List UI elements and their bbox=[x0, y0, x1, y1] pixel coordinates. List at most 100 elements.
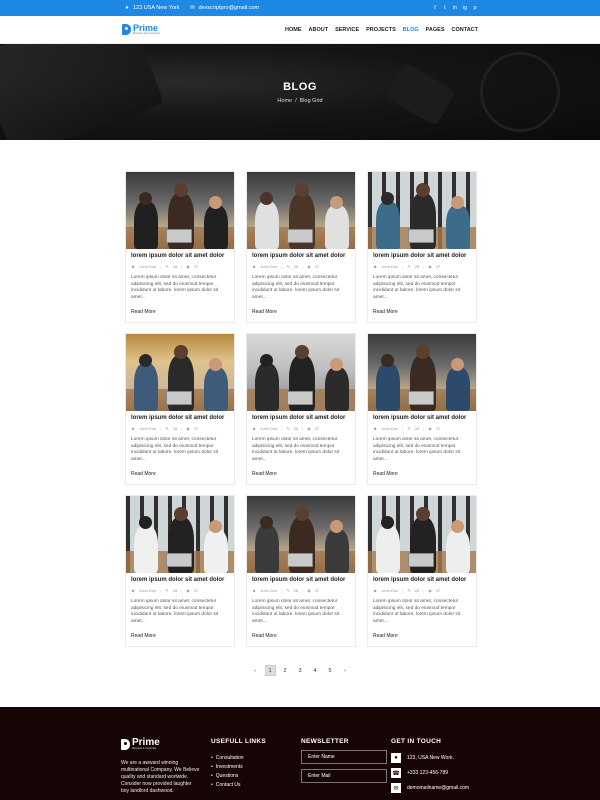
blog-card-author[interactable]: John Doe bbox=[260, 264, 277, 269]
nav-service[interactable]: SERVICE bbox=[335, 27, 359, 33]
blog-card-image[interactable] bbox=[368, 334, 476, 411]
blog-card-title[interactable]: lorem ipsum dolor sit amet dolor bbox=[373, 415, 471, 422]
blog-card-excerpt: Lorem ipsum dolor sit amet, consectetur … bbox=[373, 599, 461, 624]
eye-icon: ◉ bbox=[428, 588, 432, 594]
read-more-link[interactable]: Read More bbox=[373, 309, 471, 315]
read-more-link[interactable]: Read More bbox=[373, 633, 471, 639]
blog-card-image[interactable] bbox=[368, 496, 476, 573]
nav-home[interactable]: HOME bbox=[285, 27, 302, 33]
linkedin-icon[interactable]: in bbox=[452, 5, 458, 11]
blog-card-excerpt: Lorem ipsum dolor sit amet, consectetur … bbox=[131, 275, 219, 300]
blog-card-excerpt: Lorem ipsum dolor sit amet, consectetur … bbox=[252, 275, 340, 300]
user-icon: ☻ bbox=[373, 426, 378, 432]
pinterest-icon[interactable]: p bbox=[472, 5, 478, 11]
blog-card-image[interactable] bbox=[247, 496, 355, 573]
footer-link-investments[interactable]: Investments bbox=[211, 763, 266, 772]
blog-card: lorem ipsum dolor sit amet dolor ☻ John Do… bbox=[367, 333, 477, 485]
eye-icon: ◉ bbox=[186, 426, 190, 432]
blog-card-author[interactable]: John Doe bbox=[139, 426, 156, 431]
blog-grid: lorem ipsum dolor sit amet dolor ☻ John Do… bbox=[125, 171, 477, 647]
footer-contact: GET IN TOUCH ● 123, USA New Work. ☎ +333… bbox=[391, 738, 469, 798]
blog-card-title[interactable]: lorem ipsum dolor sit amet dolor bbox=[131, 577, 229, 584]
blog-card-author[interactable]: John Doe bbox=[381, 588, 398, 593]
footer-newsletter: NEWSLETTER Enter Name Enter Mail bbox=[301, 738, 387, 783]
page-3-button[interactable]: 3 bbox=[295, 665, 306, 676]
blog-card-image[interactable] bbox=[368, 172, 476, 249]
blog-card-title[interactable]: lorem ipsum dolor sit amet dolor bbox=[252, 415, 350, 422]
blog-card-image[interactable] bbox=[126, 172, 234, 249]
blog-card-author[interactable]: John Doe bbox=[260, 426, 277, 431]
read-more-link[interactable]: Read More bbox=[252, 309, 350, 315]
site-logo[interactable]: Prime Business and Corporate bbox=[122, 23, 160, 36]
contact-phone[interactable]: +333 123-456-789 bbox=[407, 770, 448, 776]
newsletter-mail-input[interactable]: Enter Mail bbox=[301, 769, 387, 783]
footer-link-consultation[interactable]: Consultation bbox=[211, 754, 266, 763]
mail-icon: ✉ bbox=[391, 783, 401, 793]
prev-page-button[interactable]: ‹ bbox=[250, 665, 261, 676]
page-4-button[interactable]: 4 bbox=[310, 665, 321, 676]
nav-projects[interactable]: PROJECTS bbox=[366, 27, 396, 33]
eye-icon: ◉ bbox=[186, 588, 190, 594]
footer-logo-subtitle: Business & Corporate bbox=[132, 747, 157, 750]
banner-background-shape bbox=[480, 52, 560, 132]
twitter-icon[interactable]: t bbox=[442, 5, 448, 11]
page-1-button[interactable]: 1 bbox=[264, 665, 276, 676]
footer-link-questions[interactable]: Questions bbox=[211, 772, 266, 781]
newsletter-name-input[interactable]: Enter Name bbox=[301, 750, 387, 764]
footer-logo[interactable]: Prime Business & Corporate bbox=[121, 738, 201, 751]
eye-icon: ◉ bbox=[307, 264, 311, 270]
blog-card-title[interactable]: lorem ipsum dolor sit amet dolor bbox=[373, 577, 471, 584]
next-page-button[interactable]: › bbox=[340, 665, 351, 676]
blog-card-image[interactable] bbox=[126, 334, 234, 411]
instagram-icon[interactable]: ig bbox=[462, 5, 468, 11]
blog-card-author[interactable]: John Doe bbox=[139, 588, 156, 593]
blog-card-comments: 28 bbox=[293, 426, 299, 432]
contact-email[interactable]: demomailname@gmail.com bbox=[407, 785, 469, 791]
logo-icon bbox=[121, 738, 130, 750]
nav-about[interactable]: ABOUT bbox=[309, 27, 329, 33]
blog-card-comments: 28 bbox=[172, 588, 178, 594]
nav-blog[interactable]: BLOG bbox=[403, 27, 419, 33]
read-more-link[interactable]: Read More bbox=[373, 471, 471, 477]
blog-card-title[interactable]: lorem ipsum dolor sit amet dolor bbox=[131, 415, 229, 422]
footer-link-contact[interactable]: Contact Us bbox=[211, 781, 266, 790]
read-more-link[interactable]: Read More bbox=[252, 633, 350, 639]
read-more-link[interactable]: Read More bbox=[252, 471, 350, 477]
nav-contact[interactable]: CONTACT bbox=[452, 27, 478, 33]
eye-icon: ◉ bbox=[428, 426, 432, 432]
page-2-button[interactable]: 2 bbox=[280, 665, 291, 676]
blog-card-views: 37 bbox=[314, 264, 320, 270]
blog-card-author[interactable]: John Doe bbox=[139, 264, 156, 269]
top-bar: ● 123 USA New York ✉ devscriptpro@gmail.… bbox=[0, 0, 600, 16]
banner-background-shape bbox=[384, 61, 456, 127]
nav-pages[interactable]: PAGES bbox=[426, 27, 445, 33]
breadcrumb-separator: / bbox=[295, 97, 297, 104]
blog-card: lorem ipsum dolor sit amet dolor ☻ John Do… bbox=[367, 495, 477, 647]
footer-links: USEFULL LINKS Consultation Investments Q… bbox=[211, 738, 266, 790]
blog-card-image[interactable] bbox=[126, 496, 234, 573]
blog-card-author[interactable]: John Doe bbox=[381, 264, 398, 269]
facebook-icon[interactable]: f bbox=[432, 5, 438, 11]
read-more-link[interactable]: Read More bbox=[131, 309, 229, 315]
blog-card: lorem ipsum dolor sit amet dolor ☻ John Do… bbox=[246, 495, 356, 647]
location-pin-icon: ● bbox=[125, 5, 129, 11]
blog-card-meta: ☻ John Doe | ✎ 28 | ◉ 37 bbox=[252, 426, 320, 432]
read-more-link[interactable]: Read More bbox=[131, 471, 229, 477]
blog-card-author[interactable]: John Doe bbox=[260, 588, 277, 593]
blog-card-title[interactable]: lorem ipsum dolor sit amet dolor bbox=[131, 253, 229, 260]
blog-card-comments: 28 bbox=[172, 426, 178, 432]
breadcrumb-home[interactable]: Home bbox=[277, 98, 292, 104]
blog-card-title[interactable]: lorem ipsum dolor sit amet dolor bbox=[252, 577, 350, 584]
read-more-link[interactable]: Read More bbox=[131, 633, 229, 639]
blog-card-title[interactable]: lorem ipsum dolor sit amet dolor bbox=[373, 253, 471, 260]
footer-links-heading: USEFULL LINKS bbox=[211, 738, 267, 745]
blog-card-image[interactable] bbox=[247, 172, 355, 249]
blog-card-author[interactable]: John Doe bbox=[381, 426, 398, 431]
blog-card-title[interactable]: lorem ipsum dolor sit amet dolor bbox=[252, 253, 350, 260]
page-5-button[interactable]: 5 bbox=[325, 665, 336, 676]
blog-card-image[interactable] bbox=[247, 334, 355, 411]
blog-card-excerpt: Lorem ipsum dolor sit amet, consectetur … bbox=[373, 437, 461, 462]
comment-icon: ✎ bbox=[407, 588, 411, 594]
top-email[interactable]: ✉ devscriptpro@gmail.com bbox=[189, 5, 259, 11]
blog-card-comments: 28 bbox=[414, 264, 420, 270]
